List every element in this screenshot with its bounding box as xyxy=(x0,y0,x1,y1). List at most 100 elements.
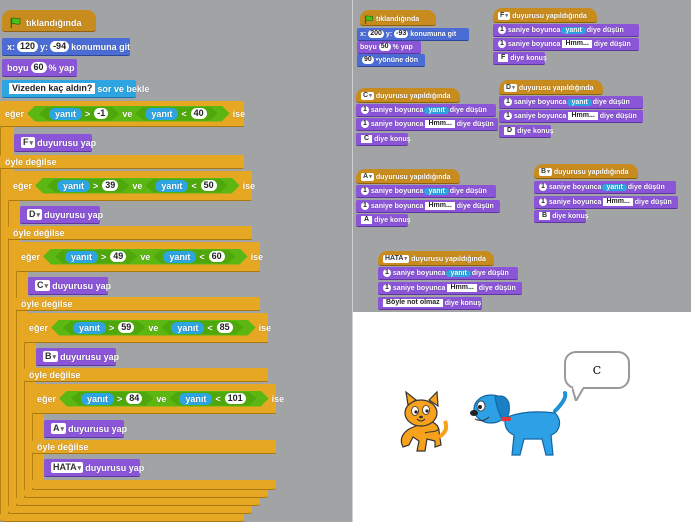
and-operator[interactable]: yanıt >49 ve yanıt <60 xyxy=(43,249,248,265)
answer-reporter[interactable]: yanıt xyxy=(424,106,449,114)
dog-sprite-icon[interactable] xyxy=(469,389,573,459)
message-dropdown[interactable]: F xyxy=(498,11,511,21)
x-input[interactable]: 200 xyxy=(368,29,384,39)
answer-reporter[interactable]: yanıt xyxy=(424,187,449,195)
size-input[interactable]: 60 xyxy=(30,62,47,73)
set-size-block[interactable]: boyu 60 % yap xyxy=(2,59,77,77)
text-input[interactable]: Hmm... xyxy=(425,201,455,211)
number-input[interactable]: 84 xyxy=(126,393,142,404)
greater-than-operator[interactable]: yanıt >39 xyxy=(47,179,129,193)
text-input[interactable]: C xyxy=(361,134,373,144)
message-dropdown[interactable]: D xyxy=(27,209,43,220)
point-direction-block[interactable]: 90 ▾ yönüne dön xyxy=(357,54,425,67)
when-receive-block-b[interactable]: Bduyurusu yapıldığında xyxy=(534,164,638,179)
secs-input[interactable]: 1 xyxy=(383,268,391,278)
text-input[interactable]: Hmm... xyxy=(568,111,598,121)
say-block[interactable]: Böyle not olmaz diye konuş xyxy=(378,297,482,310)
when-receive-block-f[interactable]: Fduyurusu yapıldığında xyxy=(493,8,597,23)
script-area-sprite[interactable]: tıklandığında x: 200 y: -93 konumuna git… xyxy=(353,0,691,312)
think-for-secs-block[interactable]: 1 saniye boyunca yanıt diye düşün xyxy=(499,96,643,109)
answer-reporter[interactable]: yanıt xyxy=(567,98,592,106)
answer-reporter[interactable]: yanıt xyxy=(81,393,114,405)
say-block[interactable]: Bdiye konuş xyxy=(534,210,589,223)
less-than-operator[interactable]: yanıt <60 xyxy=(153,250,235,264)
number-input[interactable]: 50 xyxy=(201,180,217,191)
text-input[interactable]: D xyxy=(504,126,516,136)
stage[interactable]: C xyxy=(353,313,691,522)
and-operator[interactable]: yanıt >39 ve yanıt <50 xyxy=(35,178,240,194)
answer-reporter[interactable]: yanıt xyxy=(561,26,586,34)
answer-reporter[interactable]: yanıt xyxy=(602,183,627,191)
greater-than-operator[interactable]: yanıt > -1 xyxy=(39,107,119,121)
think-for-secs-block[interactable]: 1 saniye boyunca Hmm... diye düşün xyxy=(378,282,522,295)
answer-reporter[interactable]: yanıt xyxy=(446,269,471,277)
text-input[interactable]: Hmm... xyxy=(603,197,633,207)
say-block[interactable]: Cdiye konuş xyxy=(356,133,411,146)
answer-reporter[interactable]: yanıt xyxy=(49,108,82,120)
goto-xy-block[interactable]: x: 120 y: -94 konumuna git xyxy=(2,38,130,56)
when-receive-block-c[interactable]: Cduyurusu yapıldığında xyxy=(356,88,460,103)
secs-input[interactable]: 1 xyxy=(361,201,369,211)
less-than-operator[interactable]: yanıt <40 xyxy=(135,107,217,121)
message-dropdown[interactable]: A xyxy=(361,172,374,182)
think-for-secs-block[interactable]: 1 saniye boyunca yanıt diye düşün xyxy=(378,267,518,280)
y-input[interactable]: -94 xyxy=(50,41,70,52)
answer-reporter[interactable]: yanıt xyxy=(73,322,106,334)
message-dropdown[interactable]: C xyxy=(35,280,51,291)
think-for-secs-block[interactable]: 1 saniye boyunca yanıt diye düşün xyxy=(356,104,496,117)
less-than-operator[interactable]: yanıt <50 xyxy=(145,179,227,193)
and-operator[interactable]: yanıt >84 ve yanıt <101 xyxy=(59,391,269,407)
broadcast-block[interactable]: F duyurusu yap xyxy=(14,134,96,152)
number-input[interactable]: 60 xyxy=(209,251,225,262)
think-for-secs-block[interactable]: 1 saniye boyunca Hmm... diye düşün xyxy=(356,118,498,131)
answer-reporter[interactable]: yanıt xyxy=(171,322,204,334)
number-input[interactable]: 85 xyxy=(217,322,233,333)
broadcast-block[interactable]: HATA duyurusu yap xyxy=(44,459,144,477)
message-dropdown[interactable]: HATA xyxy=(383,254,410,264)
number-input[interactable]: 101 xyxy=(225,393,246,404)
number-input[interactable]: -1 xyxy=(94,108,108,119)
think-for-secs-block[interactable]: 1 saniye boyunca yanıt diye düşün xyxy=(356,185,496,198)
when-receive-block-d[interactable]: Dduyurusu yapıldığında xyxy=(499,80,603,95)
when-flag-clicked-block[interactable]: tıklandığında xyxy=(2,10,96,32)
secs-input[interactable]: 1 xyxy=(539,182,547,192)
message-dropdown[interactable]: HATA xyxy=(51,462,84,473)
broadcast-block[interactable]: D duyurusu yap xyxy=(20,206,103,224)
ask-and-wait-block[interactable]: Vizeden kaç aldın? sor ve bekle xyxy=(2,80,149,98)
say-block[interactable]: Ddiye konuş xyxy=(499,125,554,138)
secs-input[interactable]: 1 xyxy=(504,111,512,121)
message-dropdown[interactable]: C xyxy=(361,91,374,101)
secs-input[interactable]: 1 xyxy=(498,25,506,35)
greater-than-operator[interactable]: yanıt >49 xyxy=(55,250,137,264)
broadcast-block[interactable]: C duyurusu yap xyxy=(28,277,111,295)
question-input[interactable]: Vizeden kaç aldın? xyxy=(9,83,96,94)
secs-input[interactable]: 1 xyxy=(361,119,369,129)
x-input[interactable]: 120 xyxy=(17,41,39,52)
goto-xy-block[interactable]: x: 200 y: -93 konumuna git xyxy=(357,28,469,41)
broadcast-block[interactable]: A duyurusu yap xyxy=(44,420,127,438)
text-input[interactable]: A xyxy=(361,215,373,225)
size-input[interactable]: 50 xyxy=(378,42,391,52)
number-input[interactable]: 59 xyxy=(118,322,134,333)
answer-reporter[interactable]: yanıt xyxy=(57,180,90,192)
if-else-block-5[interactable]: eğer yanıt >84 ve yanıt <101 ise xyxy=(32,384,284,414)
answer-reporter[interactable]: yanıt xyxy=(163,251,196,263)
when-receive-block-a[interactable]: Aduyurusu yapıldığında xyxy=(356,169,460,184)
if-else-block-1[interactable]: eğer yanıt > -1 ve yanıt <40 ise xyxy=(0,101,245,127)
when-receive-block-hata[interactable]: HATAduyurusu yapıldığında xyxy=(378,251,494,266)
text-input[interactable]: Hmm... xyxy=(447,283,477,293)
secs-input[interactable]: 1 xyxy=(539,197,547,207)
think-for-secs-block[interactable]: 1 saniye boyunca Hmm... diye düşün xyxy=(493,38,639,51)
think-for-secs-block[interactable]: 1 saniye boyunca Hmm... diye düşün xyxy=(534,196,678,209)
direction-dropdown[interactable]: 90 xyxy=(362,55,374,65)
answer-reporter[interactable]: yanıt xyxy=(65,251,98,263)
greater-than-operator[interactable]: yanıt >59 xyxy=(63,321,145,335)
if-else-block-3[interactable]: eğer yanıt >49 ve yanıt <60 ise xyxy=(16,242,263,272)
set-size-block[interactable]: boyu 50 % yap xyxy=(357,41,421,54)
message-dropdown[interactable]: D xyxy=(504,83,517,93)
answer-reporter[interactable]: yanıt xyxy=(145,108,178,120)
and-operator[interactable]: yanıt >59 ve yanıt <85 xyxy=(51,320,256,336)
when-flag-clicked-block[interactable]: tıklandığında xyxy=(360,10,436,26)
and-operator[interactable]: yanıt > -1 ve yanıt <40 xyxy=(27,106,230,122)
answer-reporter[interactable]: yanıt xyxy=(155,180,188,192)
